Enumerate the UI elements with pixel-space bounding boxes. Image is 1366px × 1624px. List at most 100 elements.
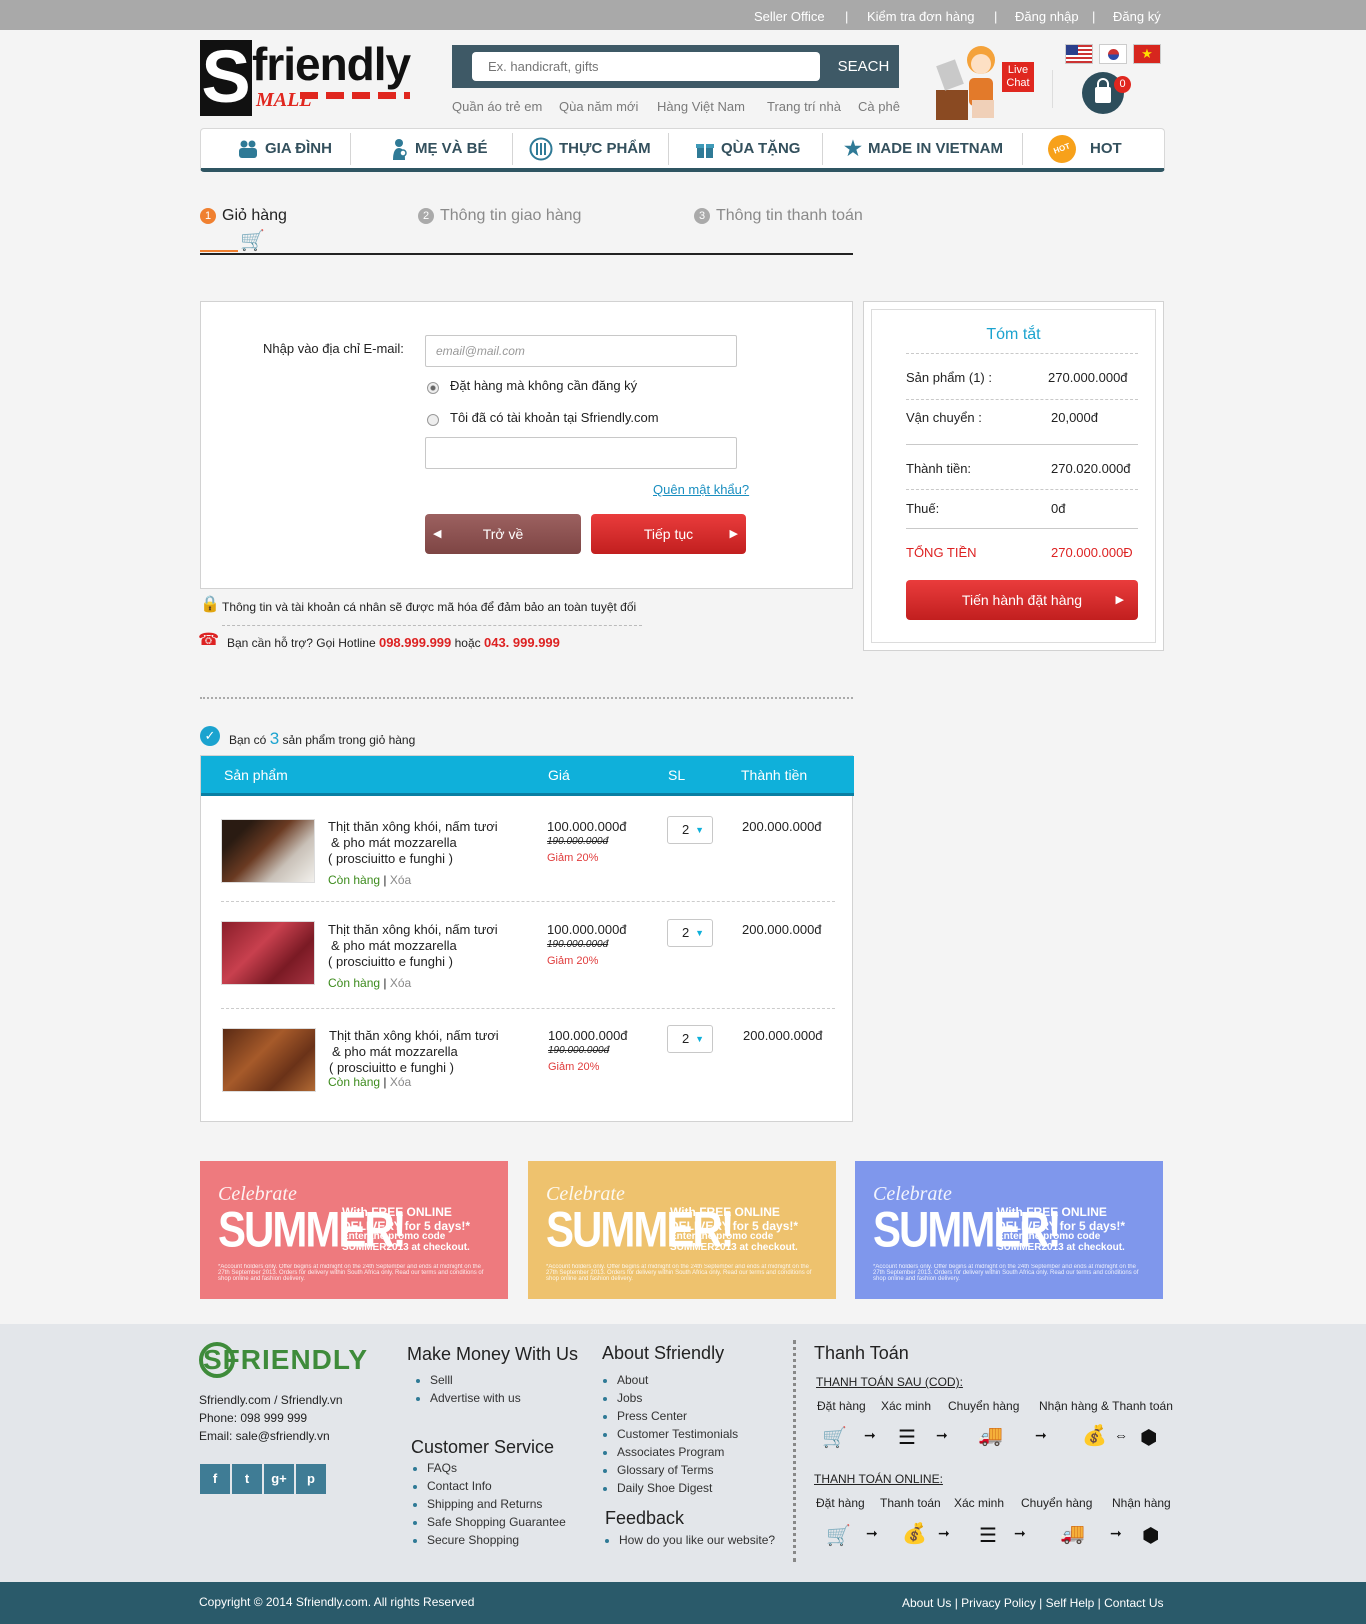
divider <box>1052 70 1053 108</box>
footer-link[interactable]: Associates Program <box>602 1445 724 1459</box>
footer-link[interactable]: Contact Info <box>413 1479 492 1493</box>
nav-item-made-in-vietnam[interactable]: ★ MADE IN VIETNAM <box>844 129 1003 169</box>
keyword-link[interactable]: Hàng Việt Nam <box>657 99 745 114</box>
quantity-select[interactable]: 2 ▼ <box>667 1025 713 1053</box>
footer-link[interactable]: Selll <box>416 1373 453 1387</box>
nav-label: THỰC PHẨM <box>559 140 651 157</box>
keyword-link[interactable]: Cà phê <box>858 99 900 114</box>
seller-office-link[interactable]: Seller Office <box>754 9 825 24</box>
product-image[interactable] <box>221 921 315 985</box>
table-row: Thịt thăn xông khói, nấm tươi & pho mát … <box>201 901 852 1005</box>
facebook-icon[interactable]: f <box>200 1464 230 1494</box>
product-name[interactable]: Thịt thăn xông khói, nấm tươi & pho mát … <box>328 922 498 970</box>
checkout-button[interactable]: Tiến hành đặt hàng ▶ <box>906 580 1138 620</box>
footer-link[interactable]: Daily Shoe Digest <box>602 1481 712 1495</box>
about-us-link[interactable]: About Us <box>902 1596 951 1610</box>
main-nav: GIA ĐÌNH MẸ VÀ BÉ THỰC PHẨM QÙA TẶNG ★ M… <box>200 128 1165 172</box>
pinterest-icon[interactable]: p <box>296 1464 326 1494</box>
remove-link[interactable]: Xóa <box>390 1075 411 1089</box>
step-number: 3 <box>694 208 710 224</box>
hotline-prefix: Bạn cần hỗ trợ? Gọi Hotline <box>227 636 376 650</box>
english-flag-icon[interactable] <box>1065 44 1093 64</box>
footer-link[interactable]: Jobs <box>602 1391 642 1405</box>
divider <box>906 353 1138 354</box>
product-image[interactable] <box>222 1028 316 1092</box>
continue-button[interactable]: Tiếp tục ▶ <box>591 514 746 554</box>
live-chat-widget[interactable]: Live Chat <box>936 40 1036 120</box>
payment-step: Đặt hàng <box>816 1496 865 1510</box>
korean-flag-icon[interactable] <box>1099 44 1127 64</box>
nav-divider <box>350 133 351 165</box>
remove-link[interactable]: Xóa <box>390 873 411 887</box>
footer-link[interactable]: How do you like our website? <box>604 1533 775 1547</box>
google-plus-icon[interactable]: g+ <box>264 1464 294 1494</box>
quantity-select[interactable]: 2 ▼ <box>667 919 713 947</box>
box-icon: ⬢ <box>1142 1525 1160 1547</box>
logo-mall: MALL <box>256 89 312 111</box>
keyword-link[interactable]: Qùa năm mới <box>559 99 638 114</box>
shopping-cart-icon: 🛒 <box>240 230 265 252</box>
arrow-icon: ➞ <box>938 1525 950 1541</box>
nav-item-mother-baby[interactable]: MẸ VÀ BÉ <box>391 129 488 169</box>
promo-banner[interactable]: Celebrate SUMMER! With FREE ONLINE DELIV… <box>200 1161 508 1299</box>
promo-banner[interactable]: Celebrate SUMMER! With FREE ONLINE DELIV… <box>528 1161 836 1299</box>
contact-us-link[interactable]: Contact Us <box>1104 1596 1163 1610</box>
site-logo[interactable]: S friendly MALL <box>200 38 415 118</box>
product-name[interactable]: Thịt thăn xông khói, nấm tươi & pho mát … <box>328 819 498 867</box>
banner-promo: Enter the promo code SUMMER2013 at check… <box>342 1231 470 1253</box>
product-image[interactable] <box>221 819 315 883</box>
checkout-login-form: Nhập vào địa chỉ E-mail: email@mail.com … <box>200 301 853 589</box>
footer-link[interactable]: Safe Shopping Guarantee <box>413 1515 566 1529</box>
nav-item-family[interactable]: GIA ĐÌNH <box>237 129 332 169</box>
continue-label: Tiếp tục <box>643 526 694 542</box>
footer-link[interactable]: Glossary of Terms <box>602 1463 713 1477</box>
quantity-select[interactable]: 2 ▼ <box>667 816 713 844</box>
summary-value: 0đ <box>1051 501 1066 516</box>
vietnam-flag-icon[interactable]: ★ <box>1133 44 1161 64</box>
forgot-password-link[interactable]: Quên mật khẩu? <box>653 482 749 497</box>
banner-fineprint: *Account holders only. Offer begins at m… <box>873 1264 1139 1282</box>
order-summary: Tóm tắt Sản phẩm (1) : 270.000.000đ Vận … <box>863 301 1164 651</box>
arrow-left-icon: ◀ <box>433 528 442 540</box>
product-name[interactable]: Thịt thăn xông khói, nấm tươi & pho mát … <box>329 1028 499 1076</box>
login-link[interactable]: Đăng nhập <box>1015 9 1079 24</box>
footer-link[interactable]: Press Center <box>602 1409 687 1423</box>
twitter-icon[interactable]: t <box>232 1464 262 1494</box>
footer-link[interactable]: Customer Testimonials <box>602 1427 738 1441</box>
banner-offer: With FREE ONLINE DELIVERY for 5 days!* <box>997 1205 1126 1233</box>
nav-item-hot[interactable]: HOT HOT <box>1044 129 1122 169</box>
keyword-link[interactable]: Trang trí nhà <box>767 99 841 114</box>
register-link[interactable]: Đăng ký <box>1113 9 1161 24</box>
stock-status: Còn hàng <box>328 1075 381 1089</box>
footer-link[interactable]: About <box>602 1373 648 1387</box>
order-check-link[interactable]: Kiểm tra đơn hàng <box>867 9 975 24</box>
privacy-policy-link[interactable]: Privacy Policy <box>961 1596 1036 1610</box>
remove-link[interactable]: Xóa <box>390 976 411 990</box>
nav-label: MẸ VÀ BÉ <box>415 140 488 157</box>
footer-heading: Feedback <box>605 1508 685 1528</box>
quantity-value: 2 <box>682 1031 690 1046</box>
checklist-icon: ☰ <box>979 1525 997 1547</box>
footer-link[interactable]: Advertise with us <box>416 1391 521 1405</box>
guest-radio[interactable] <box>427 382 439 394</box>
search-button[interactable]: SEACH <box>828 45 899 88</box>
email-field[interactable]: email@mail.com <box>425 335 737 367</box>
nav-item-gifts[interactable]: QÙA TẶNG <box>695 129 800 169</box>
step-payment: 3 Thông tin thanh toán <box>694 207 863 225</box>
nav-item-food[interactable]: THỰC PHẨM <box>529 129 651 169</box>
footer-link[interactable]: FAQs <box>412 1461 457 1475</box>
password-field[interactable] <box>425 437 737 469</box>
self-help-link[interactable]: Self Help <box>1046 1596 1095 1610</box>
search-input[interactable] <box>472 52 820 81</box>
old-price: 190.000.000đ <box>547 939 609 950</box>
promo-banner[interactable]: Celebrate SUMMER! With FREE ONLINE DELIV… <box>855 1161 1163 1299</box>
keyword-link[interactable]: Quần áo trẻ em <box>452 99 542 114</box>
footer-link[interactable]: Secure Shopping <box>412 1533 519 1547</box>
arrow-icon: ➞ <box>936 1427 948 1443</box>
account-radio[interactable] <box>427 414 439 426</box>
top-bar: Seller Office | Kiểm tra đơn hàng | Đăng… <box>0 0 1366 30</box>
hot-icon: HOT <box>1044 131 1080 167</box>
footer-link[interactable]: Shipping and Returns <box>412 1497 542 1511</box>
back-button[interactable]: ◀ Trở về <box>425 514 581 554</box>
mother-baby-icon <box>393 139 407 160</box>
